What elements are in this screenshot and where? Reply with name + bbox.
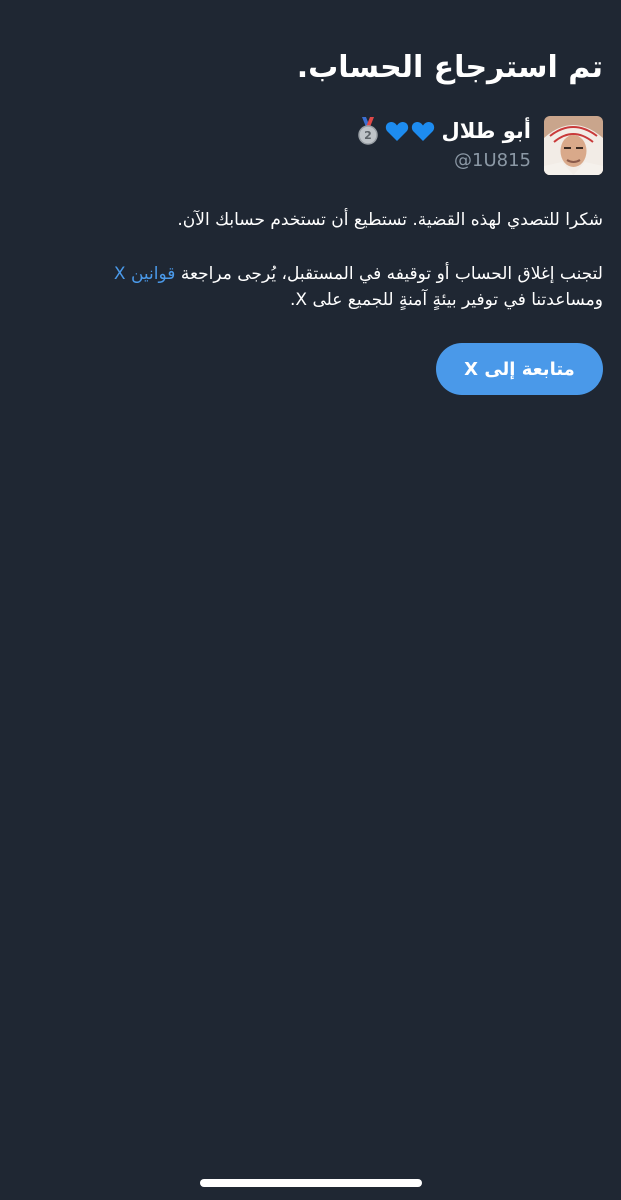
x-rules-link[interactable]: قوانين X <box>114 264 176 284</box>
blue-heart-icon <box>386 121 409 141</box>
display-name: أبو طلال <box>441 119 531 143</box>
message-paragraph-2: لتجنب إغلاق الحساب أو توقيفه في المستقبل… <box>13 261 603 313</box>
user-info: أبو طلال 2 @1U815 <box>357 116 603 178</box>
home-indicator <box>200 1179 422 1187</box>
message-paragraph-1: شكرا للتصدي لهذه القضية. تستطيع أن تستخد… <box>177 210 603 230</box>
avatar <box>544 116 603 175</box>
paragraph-2-text: لتجنب إغلاق الحساب أو توقيفه في المستقبل… <box>180 264 603 284</box>
page-title: تم استرجاع الحساب. <box>296 50 603 85</box>
paragraph-2-text-end: ومساعدتنا في توفير بيئةٍ آمنةٍ للجميع عل… <box>289 290 603 310</box>
second-place-medal-icon: 2 <box>358 117 379 145</box>
user-text: أبو طلال 2 @1U815 <box>357 116 531 171</box>
continue-to-x-button[interactable]: متابعة إلى X <box>436 343 603 395</box>
display-name-row: أبو طلال 2 <box>357 116 531 146</box>
blue-heart-icon <box>412 121 435 141</box>
user-handle: @1U815 <box>454 150 531 171</box>
medal-number: 2 <box>365 129 373 142</box>
avatar-image <box>544 116 603 175</box>
account-restored-screen: تم استرجاع الحساب. أبو طلال 2 @1U815 شكر… <box>0 0 621 1200</box>
name-emoji: 2 <box>357 117 435 145</box>
